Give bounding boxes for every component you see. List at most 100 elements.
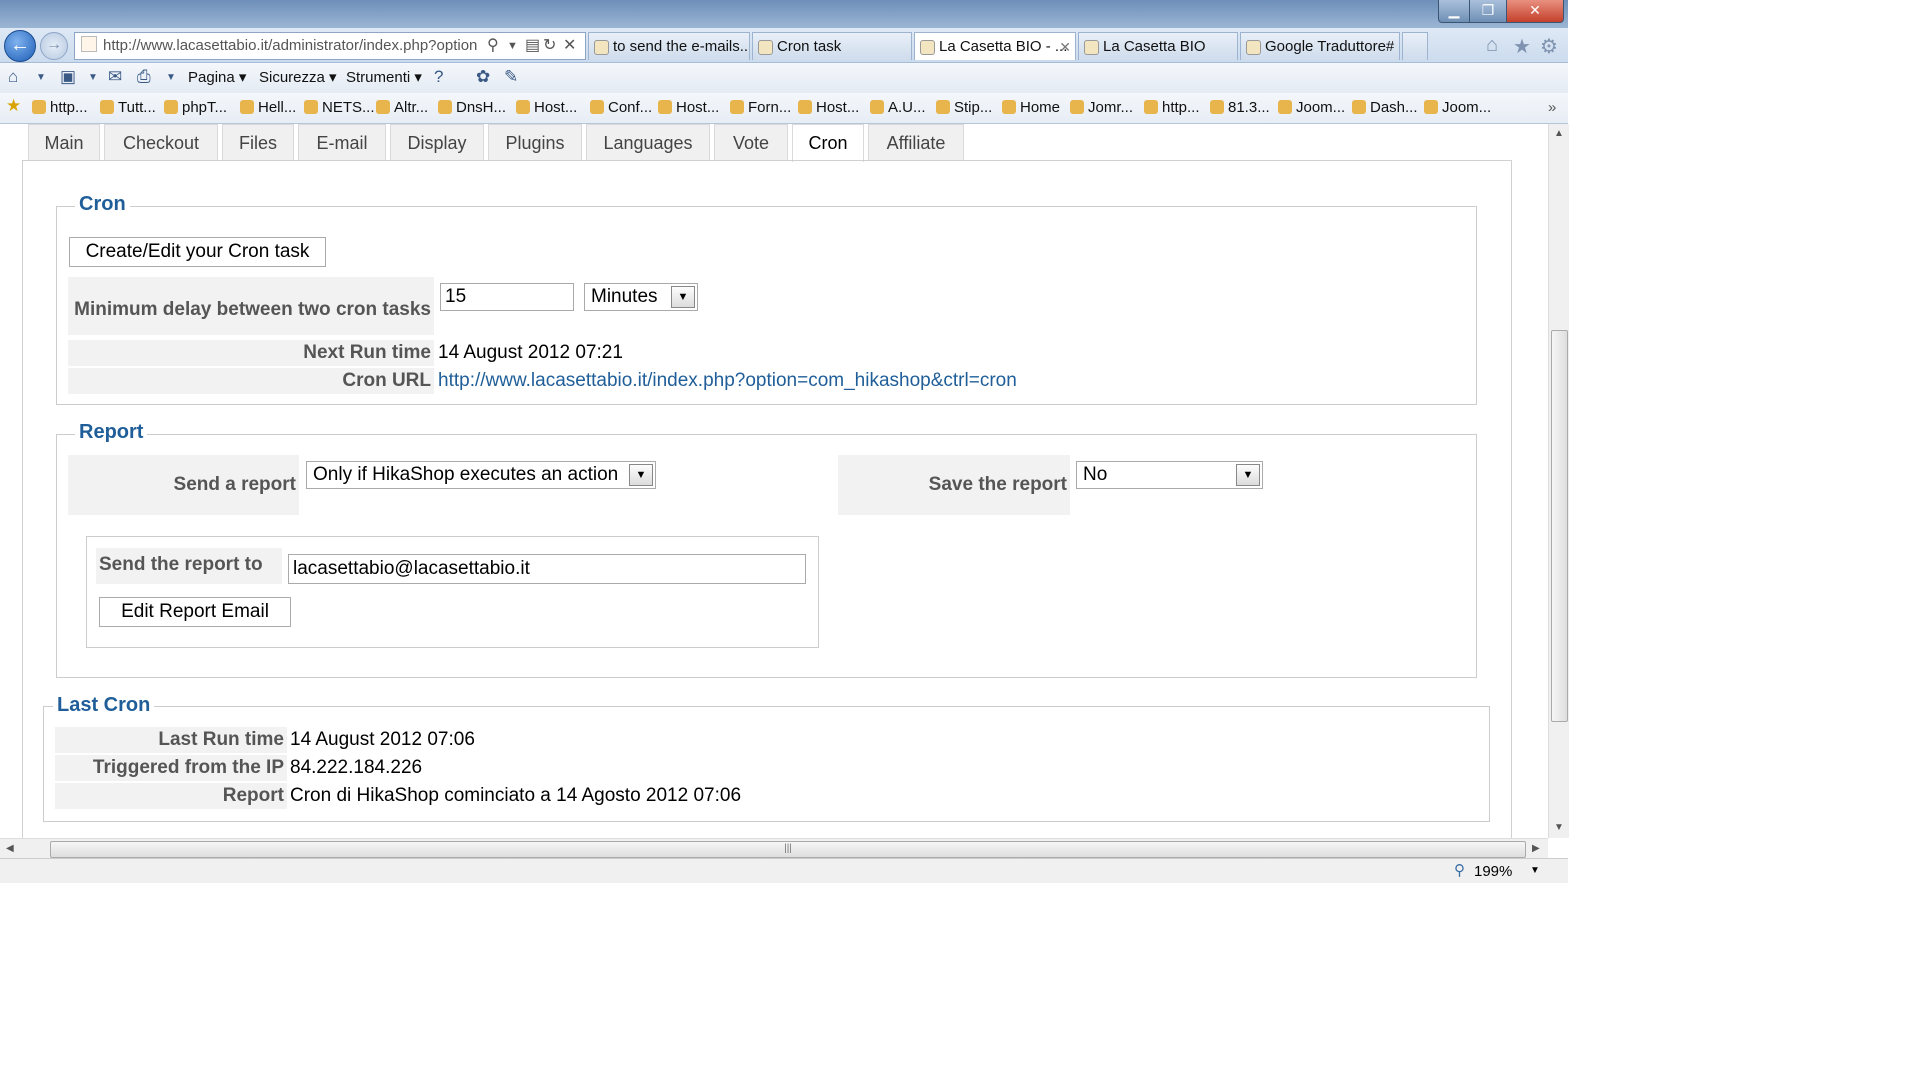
min-delay-unit-value: Minutes [591,286,658,307]
favorite-link[interactable]: NETS... [304,99,375,116]
scroll-left-arrow-icon[interactable]: ◀ [6,843,14,854]
security-menu[interactable]: Sicurezza ▾ [259,68,337,86]
home-icon[interactable]: ⌂ [1486,34,1498,57]
home-icon[interactable]: ⌂ [8,67,18,87]
zoom-level[interactable]: 199% [1474,863,1512,880]
address-bar[interactable]: http://www.lacasettabio.it/administrator… [74,32,586,60]
min-delay-input[interactable]: 15 [440,283,574,311]
chevron-right-icon[interactable]: » [1548,99,1556,116]
refresh-icon[interactable]: ↻ [543,33,556,59]
favorite-link[interactable]: Hell... [240,99,296,116]
favorite-link[interactable]: Jomr... [1070,99,1133,116]
vertical-scroll-thumb[interactable] [1551,330,1568,722]
tab-vote[interactable]: Vote [714,124,788,160]
chevron-down-icon[interactable]: ▼ [1236,464,1260,486]
report-email-input[interactable]: lacasettabio@lacasettabio.it [288,554,806,584]
scroll-right-arrow-icon[interactable]: ▶ [1532,843,1540,854]
chevron-down-icon[interactable]: ▼ [671,286,695,308]
favorite-link[interactable]: Host... [516,99,577,116]
scroll-up-arrow-icon[interactable]: ▲ [1554,128,1564,139]
vertical-scrollbar[interactable]: ▲ ▼ [1548,124,1569,838]
edit-report-email-button[interactable]: Edit Report Email [99,597,291,627]
status-bar: ⚲ 199% ▼ [0,858,1568,883]
min-delay-unit-select[interactable]: Minutes ▼ [584,283,698,311]
dropdown-arrow-icon[interactable]: ▼ [166,72,176,83]
browser-tab-4[interactable]: La Casetta BIO [1078,32,1238,60]
send-report-to-label: Send the report to [96,548,282,584]
favorites-star-icon[interactable]: ★ [1513,34,1531,59]
tab-checkout[interactable]: Checkout [104,124,218,160]
save-report-value: No [1083,464,1108,485]
favorite-link[interactable]: Conf... [590,99,652,116]
favorite-link[interactable]: Tutt... [100,99,156,116]
favorite-link[interactable]: Dash... [1352,99,1418,116]
save-report-label: Save the report [838,455,1070,515]
stop-icon[interactable]: ✕ [563,33,576,59]
browser-tab-2[interactable]: Cron task [752,32,912,60]
rss-feed-icon[interactable]: ▣ [60,67,76,87]
research-icon[interactable]: ✎ [504,67,518,87]
forward-arrow-icon[interactable]: → [40,32,68,60]
scroll-down-arrow-icon[interactable]: ▼ [1554,822,1564,833]
addon-icon[interactable]: ✿ [476,67,490,87]
favorite-link[interactable]: http... [32,99,88,116]
favorite-label: Joom... [1442,99,1492,116]
page-menu[interactable]: Pagina ▾ [188,68,246,86]
favorite-link[interactable]: Host... [658,99,719,116]
favorite-link[interactable]: Joom... [1278,99,1345,116]
dropdown-arrow-icon[interactable]: ▼ [1530,865,1540,876]
favorite-link[interactable]: phpT... [164,99,227,116]
new-tab-button[interactable] [1402,32,1428,60]
cron-url-link[interactable]: http://www.lacasettabio.it/index.php?opt… [438,370,1017,392]
tab-languages[interactable]: Languages [586,124,710,160]
favorite-link[interactable]: Altr... [376,99,428,116]
maximize-icon[interactable]: ❐ [1469,0,1507,23]
horizontal-scrollbar[interactable]: ◀ ||| ▶ [0,838,1548,859]
search-icon[interactable]: ⚲ [487,33,499,59]
favorite-link[interactable]: http... [1144,99,1200,116]
send-report-select[interactable]: Only if HikaShop executes an action ▼ [306,461,656,489]
browser-tab-1[interactable]: to send the e-mails... [588,32,750,60]
favorite-link[interactable]: Stip... [936,99,992,116]
zoom-icon[interactable]: ⚲ [1454,861,1465,879]
tab-files[interactable]: Files [222,124,294,160]
minimize-icon[interactable]: ▁ [1438,0,1470,23]
favorite-link[interactable]: A.U... [870,99,926,116]
tab-email[interactable]: E-mail [298,124,386,160]
tab-affiliate[interactable]: Affiliate [868,124,964,160]
mail-icon[interactable]: ✉ [108,67,122,87]
browser-tab-3-active[interactable]: La Casetta BIO - ... ✕ [914,32,1076,60]
back-arrow-icon[interactable]: ← [4,30,36,62]
tab-plugins[interactable]: Plugins [488,124,582,160]
dropdown-arrow-icon[interactable]: ▼ [36,72,46,83]
gear-icon[interactable]: ⚙ [1540,34,1558,59]
print-icon[interactable]: ⎙ [137,67,151,87]
favorite-favicon-icon [798,100,812,114]
tab-display[interactable]: Display [390,124,484,160]
browser-tab-5[interactable]: Google Traduttore# [1240,32,1400,60]
create-edit-cron-button[interactable]: Create/Edit your Cron task [69,237,326,267]
favorites-star-icon[interactable]: ★ [6,96,21,116]
tab-close-icon[interactable]: ✕ [1059,33,1071,60]
favorite-link[interactable]: DnsH... [438,99,506,116]
favorite-link[interactable]: Home [1002,99,1060,116]
favorite-link[interactable]: 81.3... [1210,99,1270,116]
favorite-favicon-icon [1070,100,1084,114]
save-report-select[interactable]: No ▼ [1076,461,1263,489]
favorite-favicon-icon [304,100,318,114]
tab-cron[interactable]: Cron [792,124,864,162]
favorite-label: http... [1162,99,1200,116]
chevron-down-icon[interactable]: ▼ [629,464,653,486]
last-run-label: Last Run time [55,727,287,753]
tools-menu[interactable]: Strumenti ▾ [346,68,422,86]
close-icon[interactable]: ✕ [1506,0,1564,23]
dropdown-arrow-icon[interactable]: ▼ [507,33,518,59]
dropdown-arrow-icon[interactable]: ▼ [88,72,98,83]
help-icon[interactable]: ? [434,67,443,87]
favorite-link[interactable]: Host... [798,99,859,116]
favorite-link[interactable]: Forn... [730,99,791,116]
horizontal-scroll-thumb[interactable]: ||| [50,841,1526,858]
tab-main[interactable]: Main [28,124,100,160]
favorite-link[interactable]: Joom... [1424,99,1491,116]
compatibility-icon[interactable]: ▤ [525,33,540,59]
